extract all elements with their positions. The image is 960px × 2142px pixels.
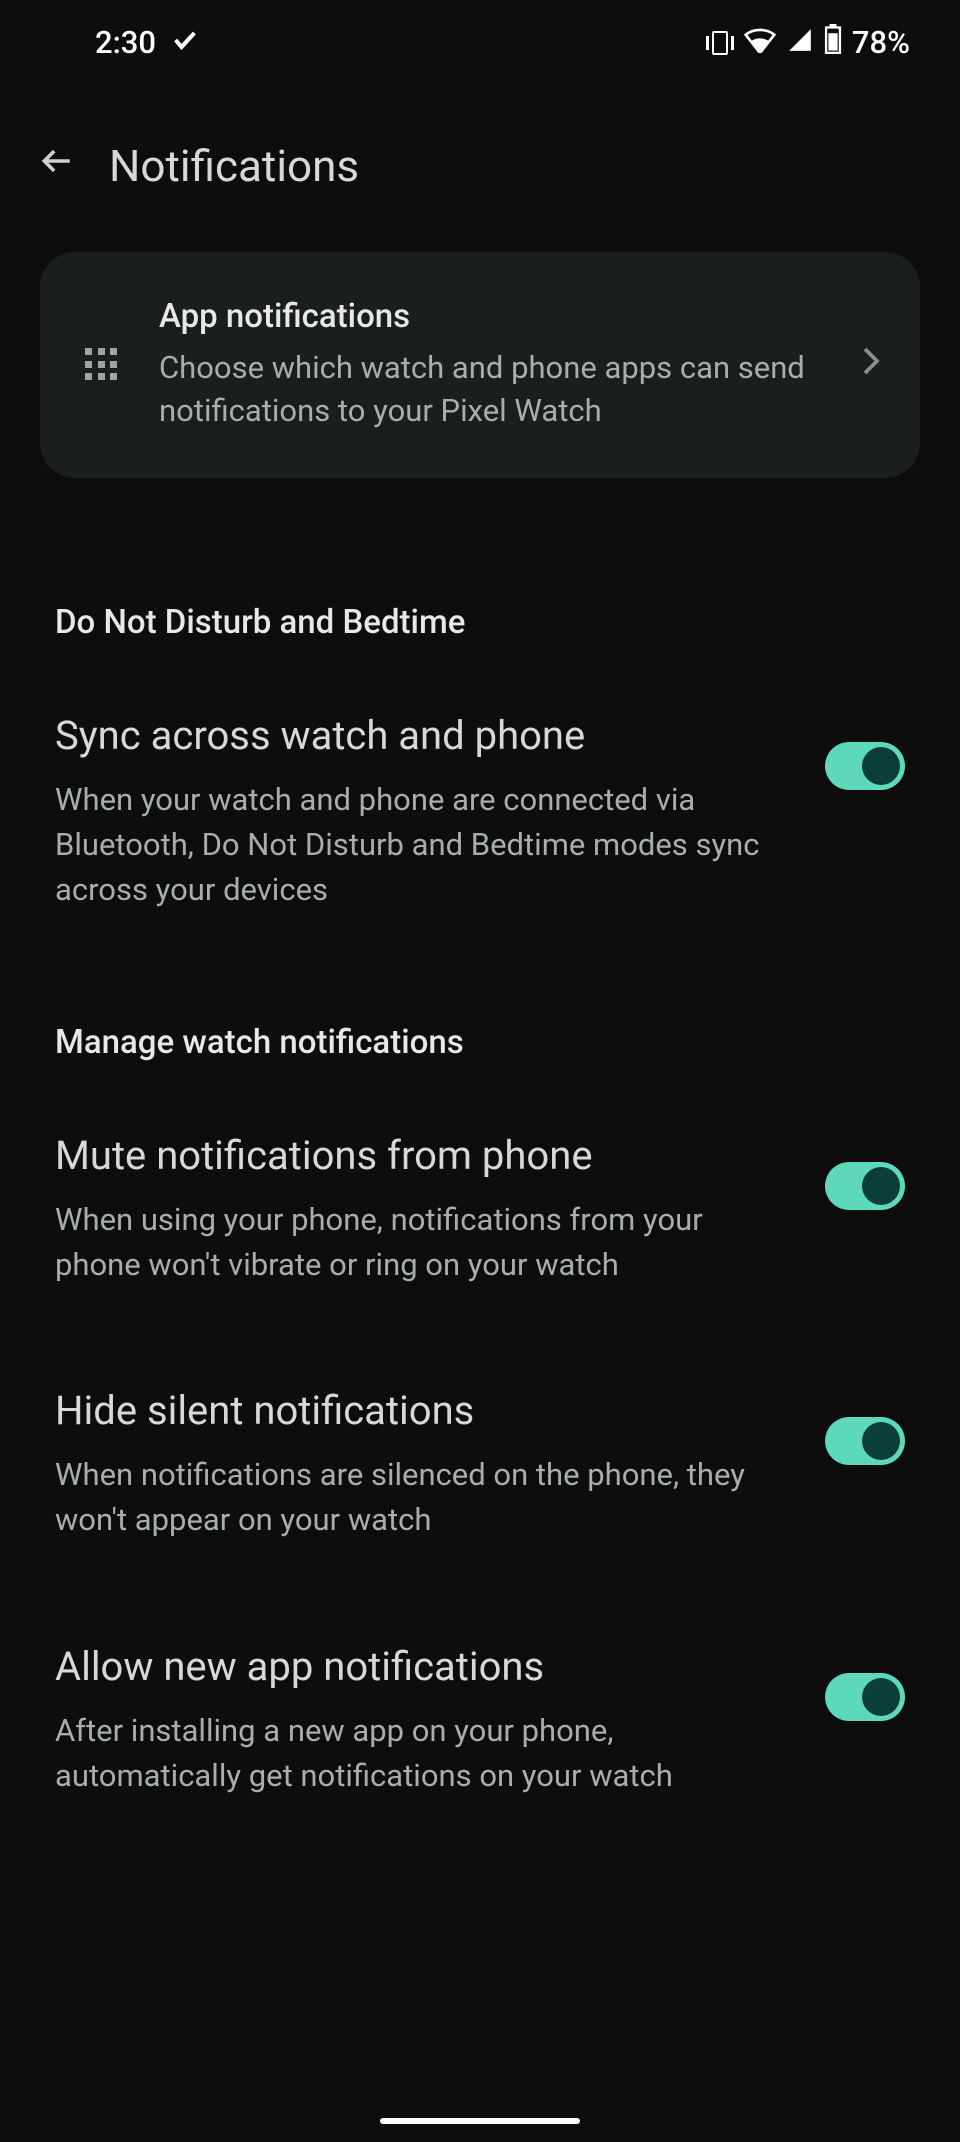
navigation-bar-handle[interactable] (380, 2118, 580, 2124)
status-bar: 2:30 (0, 0, 960, 85)
setting-title: Sync across watch and phone (55, 712, 795, 760)
battery-icon (824, 24, 842, 62)
setting-sync[interactable]: Sync across watch and phone When your wa… (0, 712, 960, 913)
toggle-knob (862, 1167, 900, 1205)
vibrate-icon (706, 31, 734, 55)
back-arrow-icon[interactable] (40, 144, 74, 188)
setting-content: Allow new app notifications After instal… (55, 1643, 795, 1799)
header: Notifications (0, 85, 960, 242)
battery-percent: 78% (852, 24, 910, 61)
setting-title: Allow new app notifications (55, 1643, 795, 1691)
toggle-knob (862, 1678, 900, 1716)
toggle-knob (862, 747, 900, 785)
setting-mute[interactable]: Mute notifications from phone When using… (0, 1132, 960, 1288)
page-title: Notifications (109, 140, 359, 192)
apps-grid-icon (85, 348, 119, 382)
setting-content: Mute notifications from phone When using… (55, 1132, 795, 1288)
signal-icon (786, 24, 814, 61)
hide-toggle[interactable] (825, 1417, 905, 1465)
checkmark-icon (171, 23, 199, 63)
card-title: App notifications (159, 297, 822, 336)
card-description: Choose which watch and phone apps can se… (159, 346, 822, 433)
setting-allow[interactable]: Allow new app notifications After instal… (0, 1643, 960, 1799)
setting-title: Hide silent notifications (55, 1387, 795, 1435)
card-content: App notifications Choose which watch and… (159, 297, 822, 433)
app-notifications-card[interactable]: App notifications Choose which watch and… (40, 252, 920, 478)
chevron-right-icon (862, 345, 880, 385)
setting-content: Hide silent notifications When notificat… (55, 1387, 795, 1543)
setting-title: Mute notifications from phone (55, 1132, 795, 1180)
setting-description: After installing a new app on your phone… (55, 1709, 795, 1799)
sync-toggle[interactable] (825, 742, 905, 790)
setting-content: Sync across watch and phone When your wa… (55, 712, 795, 913)
setting-description: When notifications are silenced on the p… (55, 1453, 795, 1543)
status-left: 2:30 (95, 23, 199, 63)
toggle-knob (862, 1422, 900, 1460)
setting-description: When using your phone, notifications fro… (55, 1198, 795, 1288)
allow-toggle[interactable] (825, 1673, 905, 1721)
section-title-dnd: Do Not Disturb and Bedtime (0, 603, 960, 642)
setting-description: When your watch and phone are connected … (55, 778, 795, 913)
setting-hide[interactable]: Hide silent notifications When notificat… (0, 1387, 960, 1543)
section-title-manage: Manage watch notifications (0, 1023, 960, 1062)
status-right: 78% (706, 24, 910, 62)
mute-toggle[interactable] (825, 1162, 905, 1210)
status-time: 2:30 (95, 24, 156, 61)
wifi-icon (744, 24, 776, 61)
